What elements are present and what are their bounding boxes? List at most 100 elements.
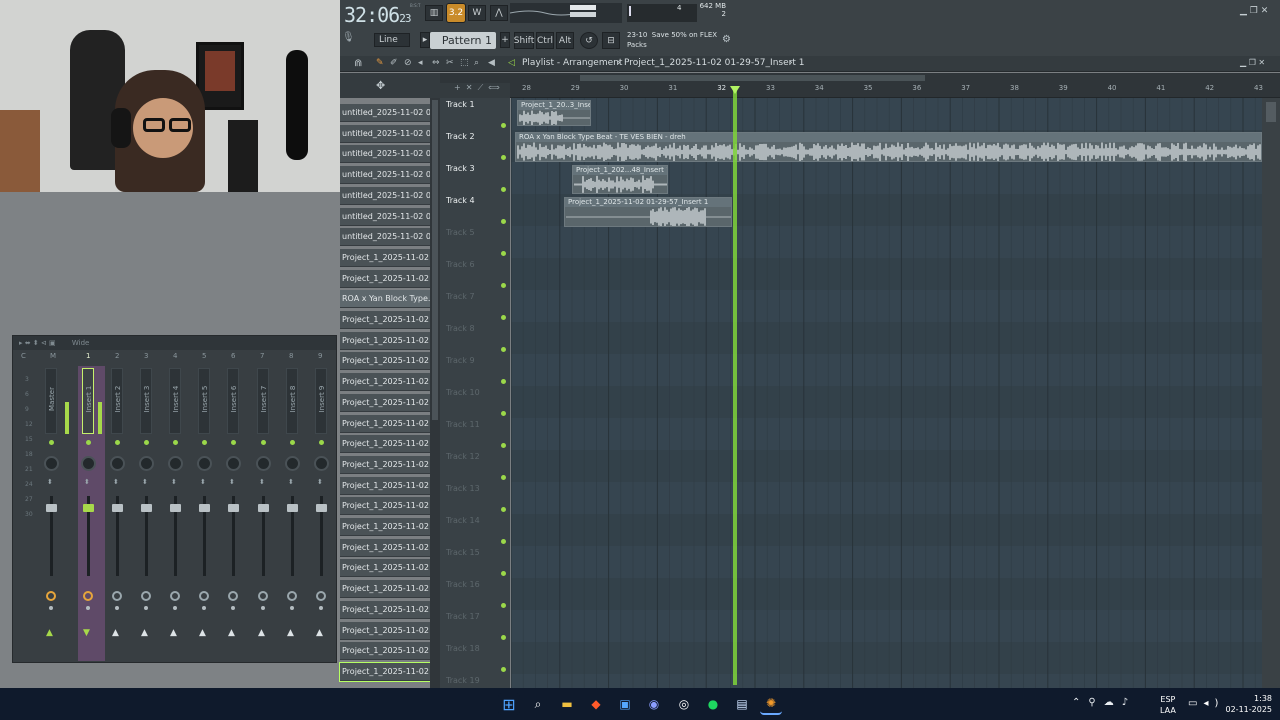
pattern-prev-arrow[interactable]: ▸ — [420, 32, 430, 48]
pan-knob[interactable] — [197, 456, 212, 471]
browser-file-item[interactable]: untitled_2025-11-02 00-... — [340, 228, 430, 247]
volume-fader[interactable] — [287, 504, 298, 512]
stereo-sep-icon[interactable]: ⬍ — [113, 478, 119, 487]
undo-icon[interactable]: ↺ — [580, 32, 598, 49]
playlist-vscroll[interactable] — [1262, 98, 1280, 688]
browser-file-item[interactable]: Project_1_2025-11-02 0... — [340, 621, 430, 640]
channel-mute-led[interactable] — [49, 440, 54, 445]
fx-led[interactable] — [86, 606, 90, 610]
mixer-preset[interactable]: Wide — [72, 339, 89, 347]
channel-mute-led[interactable] — [231, 440, 236, 445]
clock[interactable]: 1:38 02-11-2025 — [1222, 693, 1273, 715]
browser-file-item[interactable]: Project_1_2025-11-02 0... — [340, 497, 430, 516]
volume-fader[interactable] — [46, 504, 57, 512]
track-mute-led[interactable] — [501, 155, 506, 160]
shift-button[interactable]: Shift — [514, 32, 534, 49]
track-mute-led[interactable] — [501, 219, 506, 224]
slip-icon[interactable]: ⇔ — [432, 58, 440, 68]
browser-file-item[interactable]: Project_1_2025-11-02 0... — [340, 269, 430, 288]
route-arrow-icon[interactable]: ▲ — [316, 628, 323, 638]
pan-knob[interactable] — [285, 456, 300, 471]
system-icons[interactable]: ▭◂) — [1188, 698, 1224, 709]
alt-button[interactable]: Alt — [556, 32, 574, 49]
obs-icon[interactable]: ◎ — [673, 693, 695, 715]
channel-name-box[interactable]: Master — [45, 368, 57, 434]
browser-file-item[interactable]: Project_1_2025-11-02 0... — [340, 642, 430, 661]
channel-name-box[interactable]: Insert 7 — [257, 368, 269, 434]
audio-clip[interactable]: ROA x Yan Block Type Beat - TE VES BIEN … — [515, 132, 1262, 162]
route-arrow-icon[interactable]: ▲ — [141, 628, 148, 638]
fx-led[interactable] — [261, 606, 265, 610]
fx-led[interactable] — [202, 606, 206, 610]
mixer-channel-strip[interactable]: Insert 6 ⬍ ▲ — [223, 366, 250, 661]
stereo-sep-icon[interactable]: ⬍ — [259, 478, 265, 487]
volume-fader[interactable] — [228, 504, 239, 512]
brush-icon[interactable]: ✐ — [390, 58, 398, 68]
speaker-icon[interactable]: ◀ — [488, 58, 495, 68]
playlist-scrollbar[interactable] — [440, 73, 1280, 83]
zoom-icon[interactable]: ⌕ — [474, 58, 479, 68]
volume-fader[interactable] — [170, 504, 181, 512]
track-mute-led[interactable] — [501, 603, 506, 608]
route-arrow-icon[interactable]: ▲ — [228, 628, 235, 638]
channel-mute-led[interactable] — [261, 440, 266, 445]
track-mute-led[interactable] — [501, 667, 506, 672]
record-icon[interactable] — [83, 591, 93, 601]
route-arrow-icon[interactable]: ▼ — [83, 628, 90, 638]
record-icon[interactable] — [199, 591, 209, 601]
track-mute-led[interactable] — [501, 507, 506, 512]
mixer-channel-strip[interactable]: Insert 2 ⬍ ▲ — [107, 366, 134, 661]
stereo-sep-icon[interactable]: ⬍ — [200, 478, 206, 487]
channel-mute-led[interactable] — [115, 440, 120, 445]
stereo-sep-icon[interactable]: ⬍ — [142, 478, 148, 487]
browser-file-item[interactable]: Project_1_2025-11-02 0... — [340, 476, 430, 495]
browser-file-item[interactable]: untitled_2025-11-02 00-... — [340, 124, 430, 143]
volume-fader[interactable] — [112, 504, 123, 512]
search-icon[interactable]: ⌕ — [527, 693, 549, 715]
channel-mute-led[interactable] — [144, 440, 149, 445]
playlist-window-controls[interactable]: ▁ ❐ ✕ — [1240, 58, 1265, 67]
ctrl-button[interactable]: Ctrl — [536, 32, 554, 49]
timeline-ruler[interactable]: 28 29 30 31 32 33 34 35 36 37 38 39 40 41 42 43 — [510, 83, 1280, 98]
route-arrow-icon[interactable]: ▲ — [112, 628, 119, 638]
pan-knob[interactable] — [139, 456, 154, 471]
track-mute-led[interactable] — [501, 411, 506, 416]
volume-fader[interactable] — [83, 504, 94, 512]
mixer-channel-strip[interactable]: Insert 7 ⬍ ▲ — [253, 366, 280, 661]
volume-fader[interactable] — [316, 504, 327, 512]
browser-file-item[interactable]: Project_1_2025-11-02 0... — [340, 331, 430, 350]
browser-scrollbar[interactable] — [430, 98, 440, 688]
piano-icon[interactable]: ▥ — [425, 5, 443, 21]
playhead-line[interactable] — [733, 90, 737, 685]
magnet-icon[interactable]: ⋒ — [354, 58, 362, 69]
play-icon[interactable]: ◁ — [508, 58, 515, 68]
pan-knob[interactable] — [81, 456, 96, 471]
track-mute-led[interactable] — [501, 315, 506, 320]
wait-icon[interactable]: W — [468, 5, 486, 21]
stereo-sep-icon[interactable]: ⬍ — [317, 478, 323, 487]
browser-file-item[interactable]: untitled_2025-11-02 00-... — [340, 166, 430, 185]
delete-icon[interactable]: ⊘ — [404, 58, 412, 68]
browser-file-item[interactable]: Project_1_2025-11-02 0... — [339, 661, 431, 682]
channel-mute-led[interactable] — [290, 440, 295, 445]
channel-mute-led[interactable] — [86, 440, 91, 445]
stereo-sep-icon[interactable]: ⬍ — [288, 478, 294, 487]
audio-clip[interactable]: Project_1_202...48_Insert 1 — [572, 165, 668, 194]
pan-knob[interactable] — [168, 456, 183, 471]
brave-icon[interactable]: ◆ — [585, 693, 607, 715]
track-mute-led[interactable] — [501, 475, 506, 480]
countdown-icon[interactable]: 3.2 — [446, 3, 466, 23]
fx-led[interactable] — [173, 606, 177, 610]
browser-file-item[interactable]: Project_1_2025-11-02 0... — [340, 600, 430, 619]
browser-file-item[interactable]: Project_1_2025-11-02 0... — [340, 435, 430, 454]
channel-mute-led[interactable] — [202, 440, 207, 445]
browser-move-icon[interactable]: ✥ — [376, 79, 385, 92]
mixer-channel-strip[interactable]: Insert 3 ⬍ ▲ — [136, 366, 163, 661]
channel-name-box[interactable]: Insert 9 — [315, 368, 327, 434]
close-icon[interactable]: ✕ — [1261, 6, 1269, 16]
playhead-marker[interactable] — [730, 86, 740, 94]
volume-fader[interactable] — [258, 504, 269, 512]
browser-file-item[interactable]: Project_1_2025-11-02 0... — [340, 455, 430, 474]
pan-knob[interactable] — [110, 456, 125, 471]
audio-clip[interactable]: Project_1_2025-11-02 01-29-57_Insert 1 — [564, 197, 732, 227]
